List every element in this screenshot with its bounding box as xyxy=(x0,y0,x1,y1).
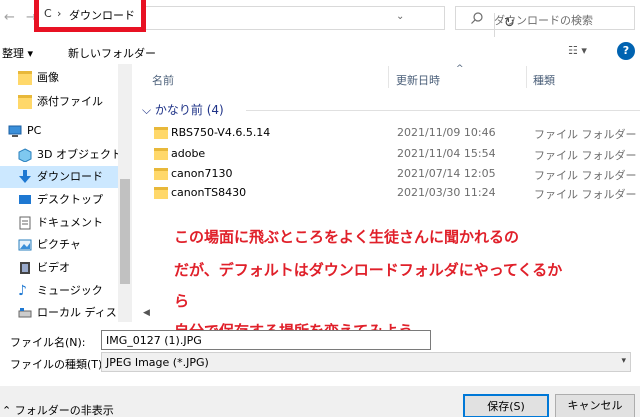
folder-icon xyxy=(154,168,168,180)
nav-vertical-scrollbar[interactable] xyxy=(118,64,132,322)
chevron-down-icon: ▾ xyxy=(621,356,626,366)
save-button[interactable]: 保存(S) xyxy=(463,394,549,417)
new-folder-button[interactable]: 新しいフォルダー xyxy=(68,45,156,61)
view-options-button[interactable]: ☷ ▾ xyxy=(568,44,587,57)
back-arrow-icon[interactable]: ← xyxy=(4,9,15,27)
navigation-pane: 画像 添付ファイル PC 3D オブジェクト ダウンロード デスクトップ ドキュ… xyxy=(0,64,132,322)
download-arrow-icon xyxy=(19,170,31,183)
nav-item-pictures[interactable]: ピクチャ xyxy=(0,234,118,256)
music-note-icon: ♪ xyxy=(18,283,27,299)
file-row[interactable]: adobe 2021/11/04 15:54 ファイル フォルダー xyxy=(152,144,640,164)
column-modified[interactable]: 更新日時 xyxy=(396,72,440,88)
nav-item-music[interactable]: ♪ ミュージック xyxy=(0,280,118,302)
folder-icon xyxy=(154,187,168,199)
filetype-label: ファイルの種類(T): xyxy=(10,358,107,371)
filename-input[interactable]: IMG_0127 (1).JPG xyxy=(101,330,431,350)
desktop-icon xyxy=(19,195,31,204)
column-type[interactable]: 種類 xyxy=(533,72,555,88)
cancel-button[interactable]: キャンセル xyxy=(555,394,635,417)
nav-item-desktop[interactable]: デスクトップ xyxy=(0,189,118,211)
nav-item-downloads[interactable]: ダウンロード xyxy=(0,166,118,188)
filetype-select[interactable]: JPEG Image (*.JPG) ▾ xyxy=(101,352,631,372)
nav-item-images[interactable]: 画像 xyxy=(0,67,118,89)
search-input[interactable]: ダウンロードの検索 xyxy=(455,6,635,30)
folder-icon xyxy=(154,148,168,160)
address-dropdown-icon[interactable]: ⌄ xyxy=(396,11,404,22)
nav-item-local-disk[interactable]: ローカル ディスク (C xyxy=(0,302,132,322)
document-icon xyxy=(19,216,31,230)
video-icon xyxy=(20,262,30,274)
toolbar: 整理 ▾ 新しいフォルダー ☷ ▾ ? xyxy=(0,40,640,64)
nav-item-videos[interactable]: ビデオ xyxy=(0,257,118,279)
file-row[interactable]: canon7130 2021/07/14 12:05 ファイル フォルダー xyxy=(152,164,640,184)
nav-item-pc[interactable]: PC xyxy=(0,120,118,142)
scroll-left-arrow-icon[interactable]: ◀ xyxy=(143,308,150,318)
search-icon xyxy=(471,12,483,24)
group-divider xyxy=(246,110,640,111)
folder-icon xyxy=(18,71,32,85)
annotation-line-3: ら xyxy=(174,292,190,310)
cube-icon xyxy=(18,148,32,162)
search-placeholder: ダウンロードの検索 xyxy=(494,14,593,27)
organize-button[interactable]: 整理 ▾ xyxy=(2,45,33,61)
help-icon[interactable]: ? xyxy=(617,42,635,60)
file-row[interactable]: RBS750-V4.6.5.14 2021/11/09 10:46 ファイル フ… xyxy=(152,123,640,143)
column-divider[interactable] xyxy=(388,66,389,88)
dialog-footer: ⌃ フォルダーの非表示 保存(S) キャンセル xyxy=(0,386,640,417)
group-header[interactable]: ⌵ かなり前 (4) xyxy=(142,101,224,118)
chevron-down-icon: ⌵ xyxy=(142,103,155,117)
file-row[interactable]: canonTS8430 2021/03/30 11:24 ファイル フォルダー xyxy=(152,183,640,203)
breadcrumb-drive[interactable]: C xyxy=(44,7,52,20)
folder-icon xyxy=(18,95,32,109)
folder-icon xyxy=(154,127,168,139)
nav-scroll-thumb[interactable] xyxy=(120,179,130,284)
annotation-line-2: だが、デフォルトはダウンロードフォルダにやってくるか xyxy=(174,261,563,279)
computer-icon xyxy=(8,125,22,137)
nav-item-3d-objects[interactable]: 3D オブジェクト xyxy=(0,144,122,166)
chevron-right-icon[interactable]: › xyxy=(57,7,61,20)
address-row: ← → ⌄ ↑ › ⌄ ↻ C › ダウンロード ダウンロードの検索 xyxy=(0,0,640,38)
filename-label: ファイル名(N): xyxy=(10,336,86,349)
breadcrumb-downloads[interactable]: ダウンロード xyxy=(69,7,135,23)
column-divider[interactable] xyxy=(526,66,527,88)
nav-item-attachments[interactable]: 添付ファイル xyxy=(0,91,118,113)
nav-item-documents[interactable]: ドキュメント xyxy=(0,212,118,234)
sort-caret-icon: ^ xyxy=(456,64,464,74)
disk-drive-icon xyxy=(18,308,32,318)
column-name[interactable]: 名前 xyxy=(152,72,174,88)
hide-folders-toggle[interactable]: ⌃ フォルダーの非表示 xyxy=(2,402,114,417)
breadcrumb-highlight: C › ダウンロード xyxy=(34,0,146,32)
picture-icon xyxy=(18,239,32,251)
column-headers: 名前 更新日時 ^ 種類 xyxy=(138,64,640,92)
annotation-line-1: この場面に飛ぶところをよく生徒さんに聞かれるの xyxy=(174,228,520,246)
